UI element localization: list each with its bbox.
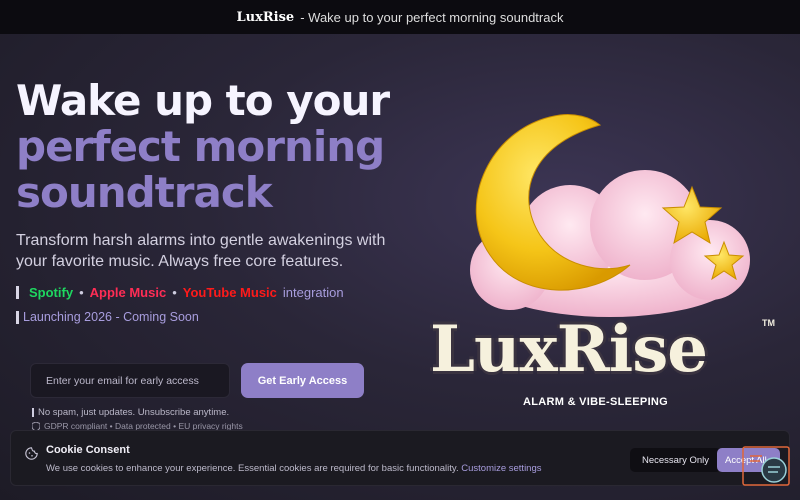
launch-text: Launching 2026 - Coming Soon xyxy=(23,310,199,324)
brand-name: LuxRise xyxy=(236,9,295,25)
logo-wordmark: LuxRise xyxy=(430,312,708,387)
cookie-text: We use cookies to enhance your experienc… xyxy=(46,463,459,474)
youtube-music-label: YouTube Music xyxy=(182,285,277,300)
music-icon xyxy=(16,286,19,299)
cookie-consent-banner: Cookie Consent We use cookies to enhance… xyxy=(10,430,790,486)
page-title: Wake up to your perfect morning soundtra… xyxy=(16,78,396,216)
chat-support-icon xyxy=(742,446,790,486)
customize-settings-link[interactable]: Customize settings xyxy=(461,463,541,474)
apple-music-label: Apple Music xyxy=(89,285,167,300)
headline-line-3: soundtrack xyxy=(16,168,273,217)
separator-dot: • xyxy=(172,285,177,300)
integrations-line: Spotify • Apple Music • YouTube Music in… xyxy=(16,285,344,300)
headline-line-2: perfect morning xyxy=(16,122,385,171)
no-spam-text: No spam, just updates. Unsubscribe anyti… xyxy=(38,407,230,418)
spotify-label: Spotify xyxy=(29,285,74,300)
necessary-only-button[interactable]: Necessary Only xyxy=(630,448,721,472)
top-banner-tagline: - Wake up to your perfect morning soundt… xyxy=(300,9,564,25)
launch-notice: Launching 2026 - Coming Soon xyxy=(16,310,199,324)
no-spam-note: No spam, just updates. Unsubscribe anyti… xyxy=(32,407,229,418)
rocket-icon xyxy=(16,310,19,324)
cookie-title: Cookie Consent xyxy=(46,444,130,456)
separator-dot: • xyxy=(79,285,84,300)
trademark-symbol: TM xyxy=(762,318,775,328)
logo-tagline: ALARM & VIBE-SLEEPING xyxy=(523,396,669,408)
top-banner: LuxRise - Wake up to your perfect mornin… xyxy=(0,0,800,34)
cookie-description: We use cookies to enhance your experienc… xyxy=(46,463,542,474)
headline-line-1: Wake up to your xyxy=(16,76,390,125)
chat-support-button[interactable] xyxy=(742,446,790,486)
mail-icon xyxy=(32,408,34,417)
get-early-access-button[interactable]: Get Early Access xyxy=(241,363,364,398)
hero-headline: Wake up to your perfect morning soundtra… xyxy=(16,78,396,216)
cookie-icon xyxy=(25,447,38,460)
email-field[interactable] xyxy=(30,363,230,398)
hero-lead-text: Transform harsh alarms into gentle awake… xyxy=(16,232,386,270)
integration-word: integration xyxy=(282,285,344,300)
